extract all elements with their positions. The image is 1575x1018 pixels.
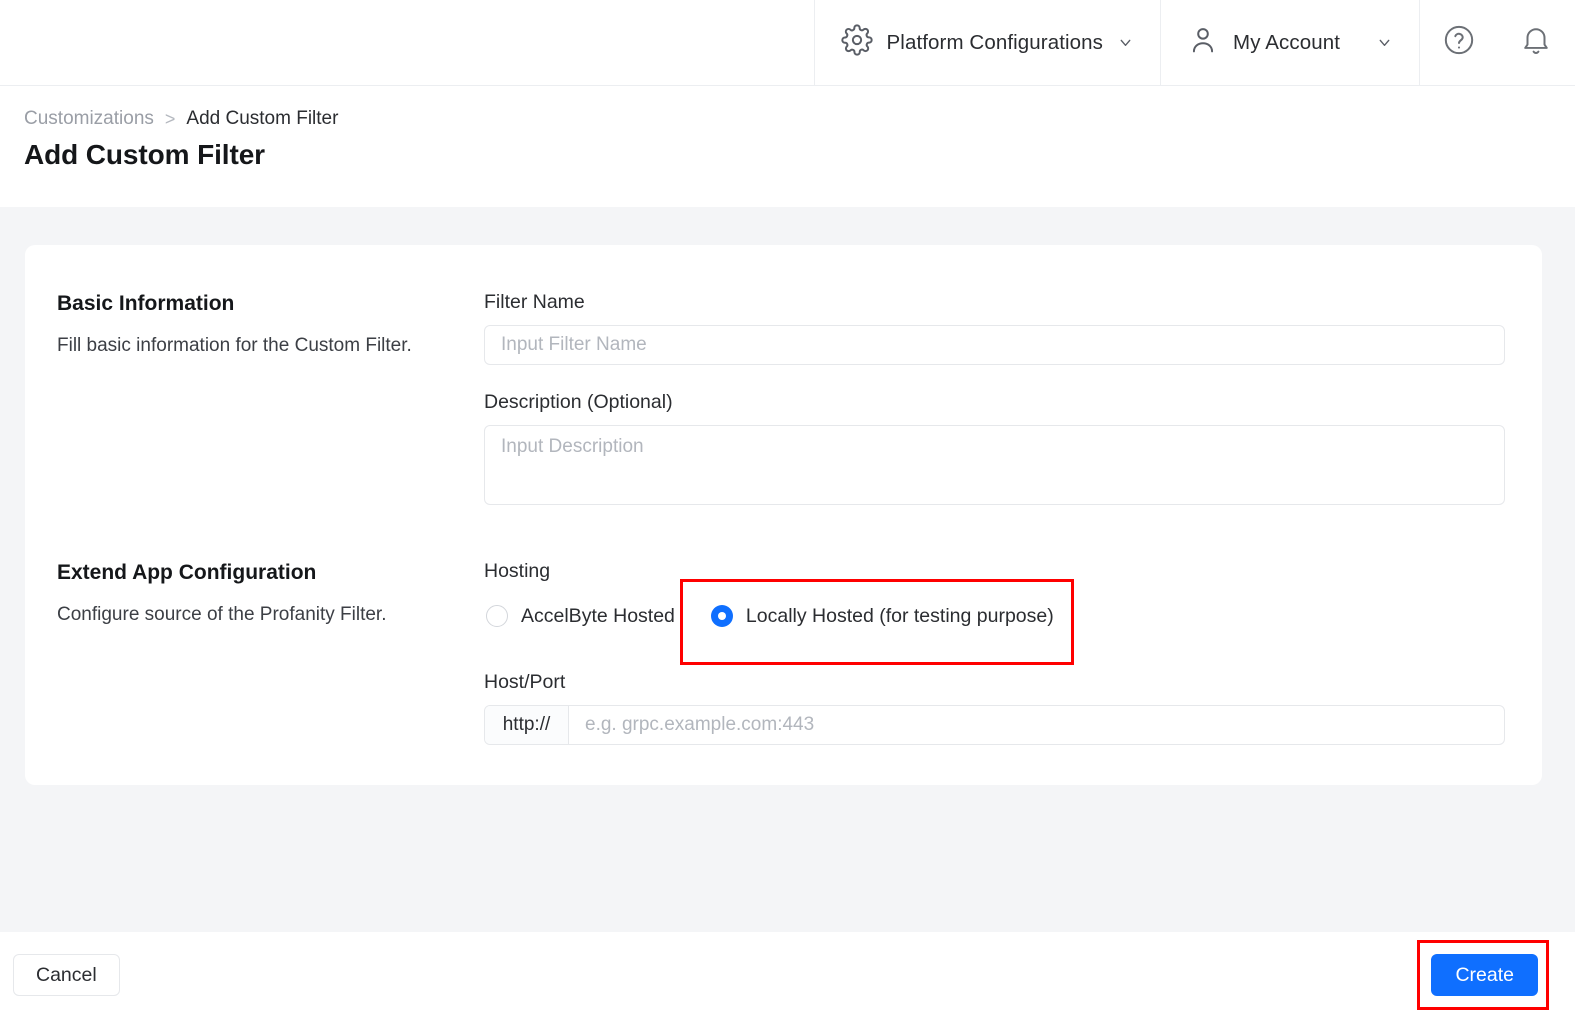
field-hosting: Hosting AccelByte Hosted Locally Hosted … — [484, 560, 1505, 665]
extend-app-configuration-description: Configure source of the Profanity Filter… — [57, 604, 387, 625]
platform-configurations-label: Platform Configurations — [886, 30, 1104, 54]
basic-information-heading: Basic Information — [57, 292, 235, 315]
field-host-port: Host/Port http:// — [484, 671, 1505, 745]
chevron-down-icon — [1117, 34, 1134, 51]
page-title: Add Custom Filter — [24, 139, 265, 170]
section-extend-app-fields: Hosting AccelByte Hosted Locally Hosted … — [484, 560, 1505, 745]
form-card: Basic Information Fill basic information… — [25, 245, 1542, 785]
create-button[interactable]: Create — [1431, 954, 1538, 996]
chevron-down-icon — [1376, 34, 1393, 51]
section-basic-information: Basic Information Fill basic information… — [57, 291, 1505, 505]
hosting-label: Hosting — [484, 560, 551, 582]
radio-checked-icon — [710, 605, 733, 627]
page-content: Basic Information Fill basic information… — [0, 207, 1575, 932]
help-button[interactable] — [1419, 0, 1497, 85]
cancel-button[interactable]: Cancel — [13, 954, 120, 996]
notifications-button[interactable] — [1497, 0, 1575, 85]
app-root: Platform Configurations My Account Custo… — [0, 0, 1575, 1018]
basic-information-description: Fill basic information for the Custom Fi… — [57, 335, 412, 356]
breadcrumb: Customizations > Add Custom Filter — [24, 108, 1575, 130]
field-filter-name: Filter Name — [484, 291, 1505, 365]
user-icon — [1187, 24, 1219, 61]
form-footer: Cancel Create — [0, 932, 1575, 1018]
radio-unchecked-icon — [486, 605, 508, 627]
my-account-menu[interactable]: My Account — [1160, 0, 1419, 85]
gear-icon — [840, 24, 873, 61]
radio-locally-hosted-label: Locally Hosted (for testing purpose) — [745, 604, 1054, 627]
breadcrumb-customizations[interactable]: Customizations — [24, 108, 154, 130]
filter-name-label: Filter Name — [484, 291, 585, 313]
create-button-wrapper: Create — [1417, 940, 1549, 1010]
hosting-radio-group: AccelByte Hosted Locally Hosted (for tes… — [484, 579, 1505, 665]
page-header: Customizations > Add Custom Filter Add C… — [0, 86, 1575, 207]
host-port-input[interactable] — [569, 706, 1504, 744]
breadcrumb-current: Add Custom Filter — [186, 108, 339, 129]
breadcrumb-separator: > — [164, 108, 176, 129]
radio-accelbyte-hosted-label: AccelByte Hosted — [521, 604, 675, 627]
host-port-input-group: http:// — [484, 705, 1505, 745]
filter-name-input[interactable] — [484, 325, 1505, 365]
host-port-label: Host/Port — [484, 671, 566, 693]
section-basic-information-fields: Filter Name Description (Optional) — [484, 291, 1505, 505]
top-navigation-bar: Platform Configurations My Account — [0, 0, 1575, 86]
description-label: Description (Optional) — [484, 391, 673, 413]
help-circle-icon — [1442, 23, 1476, 62]
description-input[interactable] — [484, 425, 1505, 505]
radio-locally-hosted[interactable]: Locally Hosted (for testing purpose) — [691, 587, 1054, 645]
host-port-protocol-prefix: http:// — [485, 706, 569, 744]
section-extend-app-configuration: Extend App Configuration Configure sourc… — [57, 560, 1505, 745]
my-account-label: My Account — [1233, 30, 1340, 54]
platform-configurations-menu[interactable]: Platform Configurations — [813, 0, 1161, 85]
bell-icon — [1519, 23, 1553, 62]
field-description: Description (Optional) — [484, 391, 1505, 505]
extend-app-configuration-heading: Extend App Configuration — [57, 561, 317, 584]
radio-accelbyte-hosted[interactable]: AccelByte Hosted — [484, 587, 691, 645]
section-basic-information-info: Basic Information Fill basic information… — [57, 291, 484, 359]
section-extend-app-info: Extend App Configuration Configure sourc… — [57, 560, 484, 628]
